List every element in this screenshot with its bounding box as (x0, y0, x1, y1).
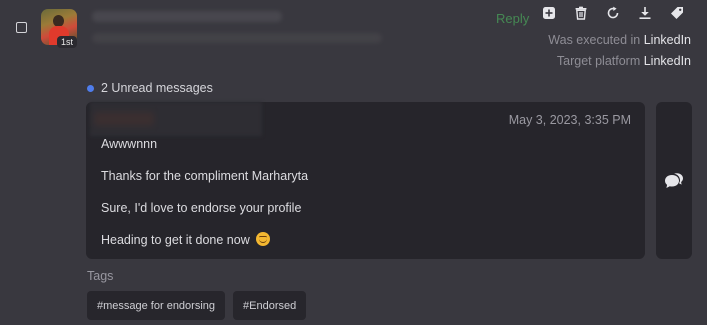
target-label: Target platform (556, 54, 641, 68)
tag-button[interactable] (666, 4, 688, 22)
open-conversation-button[interactable] (656, 102, 692, 259)
connection-degree-badge: 1st (57, 36, 78, 48)
message-line-text: Heading to get it done now (101, 233, 250, 247)
trash-icon (575, 6, 587, 20)
download-icon (639, 7, 651, 19)
download-button[interactable] (634, 4, 656, 22)
tags-list: #message for endorsing #Endorsed (87, 291, 307, 320)
smile-emoji-icon (256, 232, 271, 246)
contact-headline-redacted (92, 33, 382, 43)
select-checkbox[interactable] (16, 22, 27, 33)
message-card: May 3, 2023, 3:35 PM Awwwnnn Thanks for … (86, 102, 645, 259)
reply-link[interactable]: Reply (496, 11, 529, 26)
refresh-icon (607, 6, 619, 19)
unread-count-text: 2 Unread messages (101, 81, 213, 95)
target-value: LinkedIn (643, 54, 691, 68)
message-line-with-emoji: Heading to get it done now (101, 232, 271, 247)
refresh-button[interactable] (602, 4, 624, 22)
contact-name-redacted (92, 11, 282, 22)
sender-redacted (90, 102, 262, 136)
message-line: Sure, I'd love to endorse your profile (101, 201, 302, 215)
target-platform: Target platform LinkedIn (557, 54, 691, 68)
message-line: Thanks for the compliment Marharyta (101, 169, 309, 183)
tags-label: Tags (87, 269, 114, 283)
chat-bubbles-icon (665, 172, 683, 188)
executed-value: LinkedIn (643, 33, 691, 47)
delete-button[interactable] (570, 4, 592, 22)
message-line: Awwwnnn (101, 137, 158, 151)
unread-indicator: 2 Unread messages (87, 81, 213, 95)
tag-chip[interactable]: #Endorsed (233, 291, 307, 320)
add-note-icon (543, 7, 555, 19)
unread-dot-icon (87, 84, 94, 92)
add-note-button[interactable] (538, 4, 560, 22)
message-timestamp: May 3, 2023, 3:35 PM (508, 113, 631, 127)
tag-icon (671, 7, 683, 19)
executed-platform: Was executed in LinkedIn (548, 33, 691, 47)
tag-chip[interactable]: #message for endorsing (87, 291, 226, 320)
executed-label: Was executed in (548, 33, 641, 47)
action-toolbar (538, 4, 688, 22)
